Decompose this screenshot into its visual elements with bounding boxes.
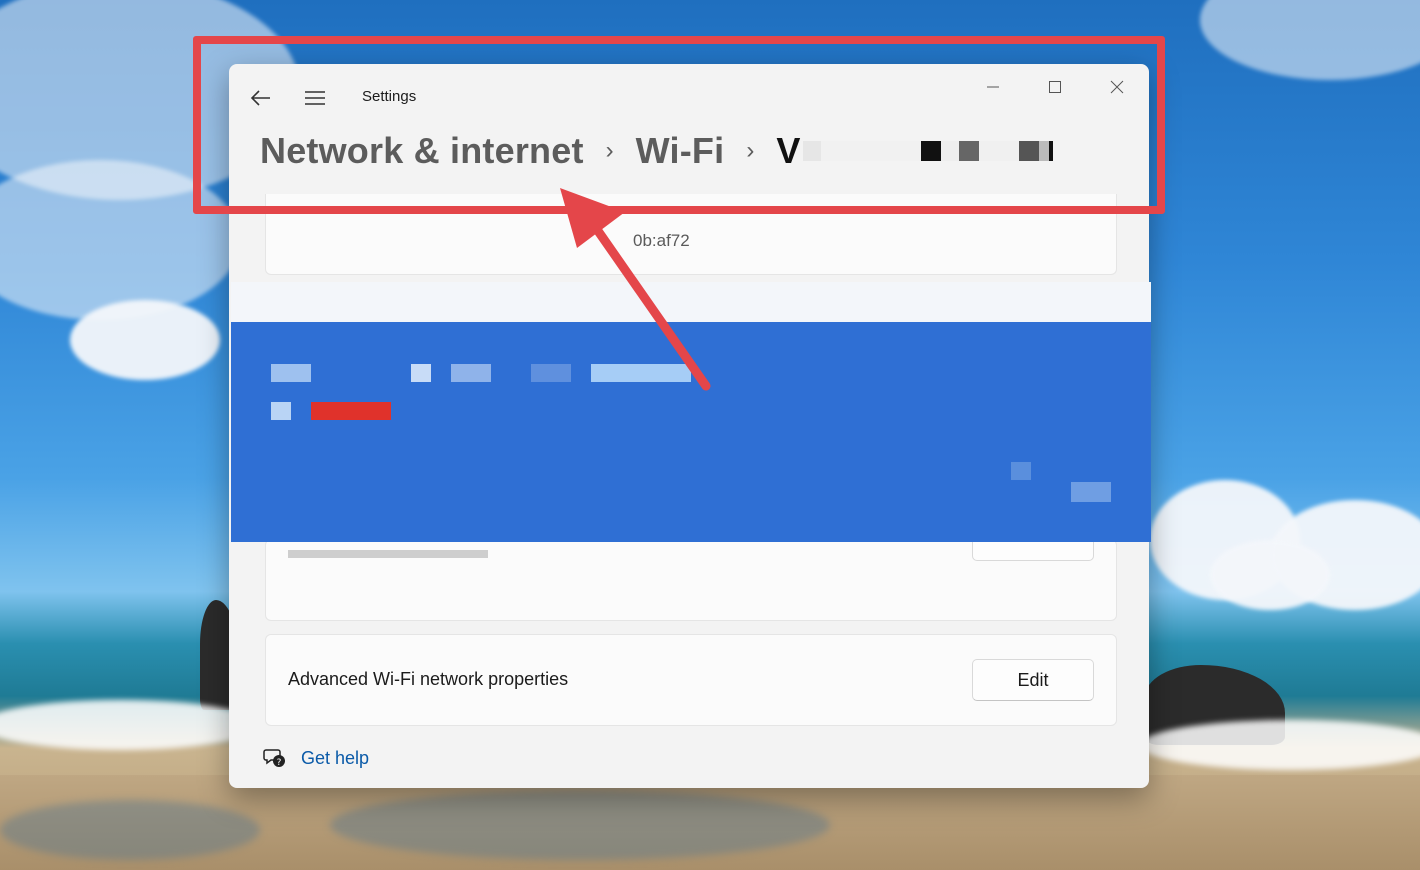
annotation-highlight-box bbox=[193, 36, 1165, 214]
get-help-link[interactable]: Get help bbox=[301, 748, 369, 769]
svg-text:?: ? bbox=[277, 758, 282, 768]
pixel-block bbox=[591, 364, 691, 382]
pixel-block bbox=[411, 364, 431, 382]
pixel-block bbox=[451, 364, 491, 382]
pixel-block bbox=[531, 364, 571, 382]
edit-button[interactable]: Edit bbox=[972, 659, 1094, 701]
redaction-top-bar bbox=[231, 282, 1151, 322]
ipv6-value-line2: 0b:af72 bbox=[633, 231, 690, 250]
view-button-partial[interactable] bbox=[972, 540, 1094, 561]
wet-sand bbox=[330, 790, 830, 860]
redaction-overlay bbox=[231, 282, 1151, 542]
advanced-properties-card: Advanced Wi-Fi network properties Edit bbox=[265, 634, 1117, 726]
cloud bbox=[1200, 0, 1420, 80]
security-key-label-partial bbox=[288, 550, 488, 558]
security-key-card bbox=[265, 539, 1117, 621]
pixel-block bbox=[271, 402, 291, 420]
wave bbox=[0, 700, 260, 750]
pixel-block bbox=[1071, 482, 1111, 502]
pixel-block bbox=[271, 364, 311, 382]
wave bbox=[1140, 720, 1420, 770]
advanced-properties-label: Advanced Wi-Fi network properties bbox=[288, 669, 569, 689]
cloud bbox=[1210, 540, 1330, 610]
pixel-block-red bbox=[311, 402, 391, 420]
pixel-block bbox=[1011, 462, 1031, 480]
wet-sand bbox=[0, 800, 260, 860]
get-help[interactable]: ? Get help bbox=[263, 746, 369, 770]
help-chat-icon: ? bbox=[263, 749, 285, 768]
cloud bbox=[70, 300, 220, 380]
